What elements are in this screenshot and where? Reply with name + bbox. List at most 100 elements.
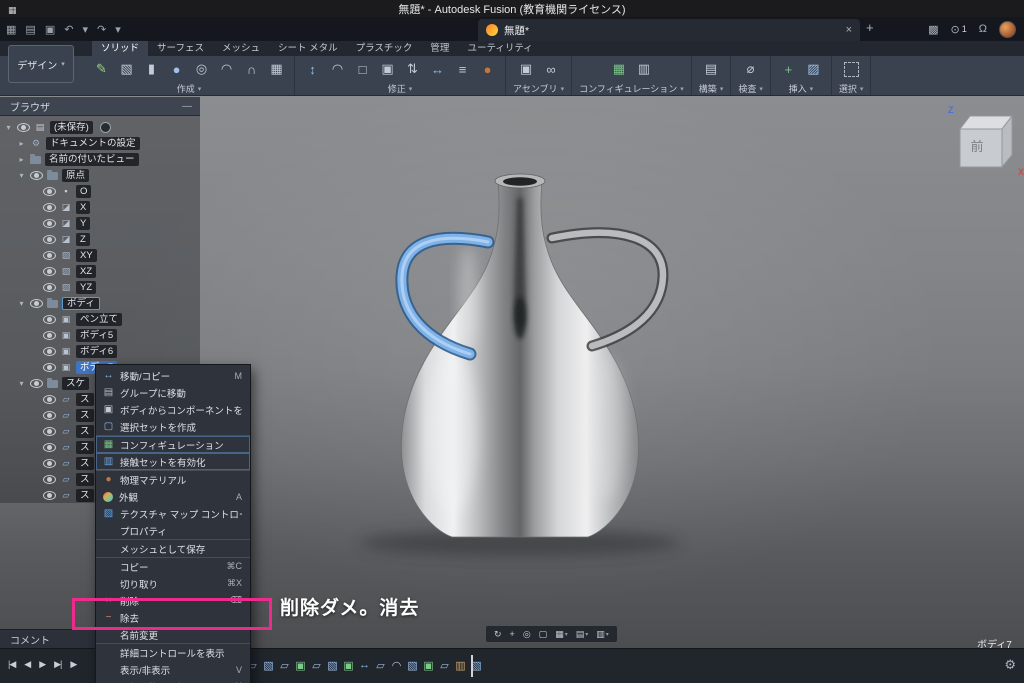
row-plane-xz[interactable]: ▨XZ	[0, 263, 200, 279]
row-named-views[interactable]: ▸名前の付いたビュー	[0, 151, 200, 167]
tab-sheet-metal[interactable]: シート メタル	[269, 41, 347, 56]
row-plane-yz[interactable]: ▨YZ	[0, 279, 200, 295]
new-tab-button[interactable]: +	[866, 20, 874, 35]
visibility-eye-icon[interactable]	[43, 475, 56, 484]
visibility-eye-icon[interactable]	[43, 427, 56, 436]
menu-enable-contact-sets[interactable]: ▥接触セットを有効化	[96, 453, 250, 470]
visibility-eye-icon[interactable]	[17, 123, 30, 132]
row-document-root-label[interactable]: (未保存)	[50, 121, 93, 134]
visibility-eye-icon[interactable]	[43, 267, 56, 276]
visibility-eye-icon[interactable]	[43, 235, 56, 244]
shell-icon[interactable]: □	[352, 59, 373, 80]
measure-icon[interactable]: ⌀	[740, 59, 761, 80]
press-pull-icon[interactable]: ↕	[302, 59, 323, 80]
row-axis-x[interactable]: ◪X	[0, 199, 200, 215]
visibility-eye-icon[interactable]	[43, 491, 56, 500]
group-select-label[interactable]: 選択▾	[839, 82, 864, 95]
menu-move-copy[interactable]: ↔移動/コピーM	[96, 367, 250, 384]
save-icon[interactable]: ▣	[45, 23, 55, 36]
view-cube[interactable]: 前 Z X	[946, 103, 1024, 177]
visibility-eye-icon[interactable]	[30, 171, 43, 180]
create-sketch-icon[interactable]: ✎	[91, 59, 112, 80]
move-copy-icon[interactable]: ↔	[427, 59, 448, 80]
insert-image-icon[interactable]: ▨	[803, 59, 824, 80]
zoom-icon[interactable]: ◎	[523, 629, 531, 640]
visibility-eye-icon[interactable]	[30, 299, 43, 308]
row-sketch-3-label[interactable]: ス	[76, 425, 94, 438]
visibility-eye-icon[interactable]	[43, 363, 56, 372]
tree-chevron-icon[interactable]: ▸	[17, 139, 26, 148]
menu-show-hide[interactable]: 表示/非表示V	[96, 661, 250, 678]
visibility-eye-icon[interactable]	[43, 283, 56, 292]
menu-texture-map[interactable]: ▨テクスチャ マップ コントロール	[96, 505, 250, 522]
group-inspect-label[interactable]: 検査▾	[738, 82, 763, 95]
row-body-penstand-label[interactable]: ペン立て	[76, 313, 122, 326]
tl-sketch-icon[interactable]: ▱	[438, 657, 451, 673]
configure-icon[interactable]: ▦	[608, 59, 629, 80]
visibility-eye-icon[interactable]	[43, 219, 56, 228]
row-body-penstand[interactable]: ▣ペン立て	[0, 311, 200, 327]
tl-extrude-icon[interactable]: ▧	[406, 657, 419, 673]
display-settings-icon[interactable]: ▦▾	[555, 629, 568, 640]
group-assemble-label[interactable]: アセンブリ▾	[513, 82, 564, 95]
app-grid-icon[interactable]: ▦	[6, 23, 16, 36]
undo-caret-icon[interactable]: ▾	[82, 23, 88, 36]
row-sketch-2-label[interactable]: ス	[76, 409, 94, 422]
orbit-icon[interactable]: ↻	[494, 629, 502, 640]
row-plane-yz-label[interactable]: YZ	[76, 281, 96, 294]
visibility-eye-icon[interactable]	[30, 379, 43, 388]
tl-form-icon[interactable]: ▣	[294, 657, 307, 673]
align-icon[interactable]: ≡	[452, 59, 473, 80]
row-origin-o[interactable]: ▪O	[0, 183, 200, 199]
row-sketch-1-label[interactable]: ス	[76, 393, 94, 406]
pan-icon[interactable]: +	[510, 629, 515, 639]
tree-chevron-icon[interactable]: ▾	[17, 379, 26, 388]
tl-sketch-icon[interactable]: ▱	[310, 657, 323, 673]
create-pattern-icon[interactable]: ▦	[266, 59, 287, 80]
tl-form-icon[interactable]: ▣	[422, 657, 435, 673]
group-modify-label[interactable]: 修正▾	[388, 82, 413, 95]
tree-chevron-icon[interactable]: ▾	[17, 299, 26, 308]
create-box-icon[interactable]: ▧	[116, 59, 137, 80]
row-axis-x-label[interactable]: X	[76, 201, 90, 214]
job-status-icon[interactable]: ⊙1	[951, 23, 967, 36]
visibility-eye-icon[interactable]	[43, 443, 56, 452]
tl-move-icon[interactable]: ↔	[358, 657, 371, 673]
menu-cut[interactable]: 切り取り⌘X	[96, 575, 250, 592]
group-insert-label[interactable]: 挿入▾	[789, 82, 814, 95]
row-body-5[interactable]: ▣ボディ5	[0, 327, 200, 343]
physical-material-icon[interactable]: ●	[477, 59, 498, 80]
notifications-icon[interactable]: Ω	[979, 23, 987, 35]
tree-chevron-icon[interactable]: ▾	[4, 123, 13, 132]
menu-create-selection-set[interactable]: ▢選択セットを作成	[96, 418, 250, 435]
tab-manage[interactable]: 管理	[421, 41, 458, 56]
create-torus-icon[interactable]: ◎	[191, 59, 212, 80]
tl-form-icon[interactable]: ▣	[342, 657, 355, 673]
new-component-icon[interactable]: ▣	[516, 59, 537, 80]
step-forward-button[interactable]: ▶|	[54, 659, 61, 670]
tl-fillet-icon[interactable]: ◠	[390, 657, 403, 673]
tab-utilities[interactable]: ユーティリティ	[458, 41, 541, 56]
row-plane-xy-label[interactable]: XY	[76, 249, 97, 262]
go-to-end-button[interactable]: ▶	[70, 659, 76, 670]
redo-icon[interactable]: ↷	[97, 23, 106, 36]
timeline-gear-icon[interactable]: ⚙	[1004, 657, 1016, 673]
tl-combine-icon[interactable]: ▥	[454, 657, 467, 673]
row-axis-z-label[interactable]: Z	[76, 233, 90, 246]
group-construct-label[interactable]: 構築▾	[699, 82, 724, 95]
avatar[interactable]	[999, 21, 1016, 38]
tl-extrude-icon[interactable]: ▧	[326, 657, 339, 673]
menu-save-as-mesh[interactable]: メッシュとして保存	[96, 539, 250, 557]
go-to-start-button[interactable]: |◀	[8, 659, 15, 670]
row-sketch-6-label[interactable]: ス	[76, 473, 94, 486]
visibility-eye-icon[interactable]	[43, 203, 56, 212]
tab-mesh[interactable]: メッシュ	[213, 41, 269, 56]
document-tab[interactable]: 無題* ×	[478, 19, 860, 41]
row-body-6-label[interactable]: ボディ6	[76, 345, 117, 358]
file-menu-icon[interactable]: ▤	[25, 23, 35, 36]
tl-sketch-icon[interactable]: ▱	[374, 657, 387, 673]
close-tab-icon[interactable]: ×	[846, 24, 852, 36]
viewports-icon[interactable]: ▥▾	[596, 629, 609, 640]
redo-caret-icon[interactable]: ▾	[115, 23, 121, 36]
row-origin-label[interactable]: 原点	[62, 169, 89, 182]
